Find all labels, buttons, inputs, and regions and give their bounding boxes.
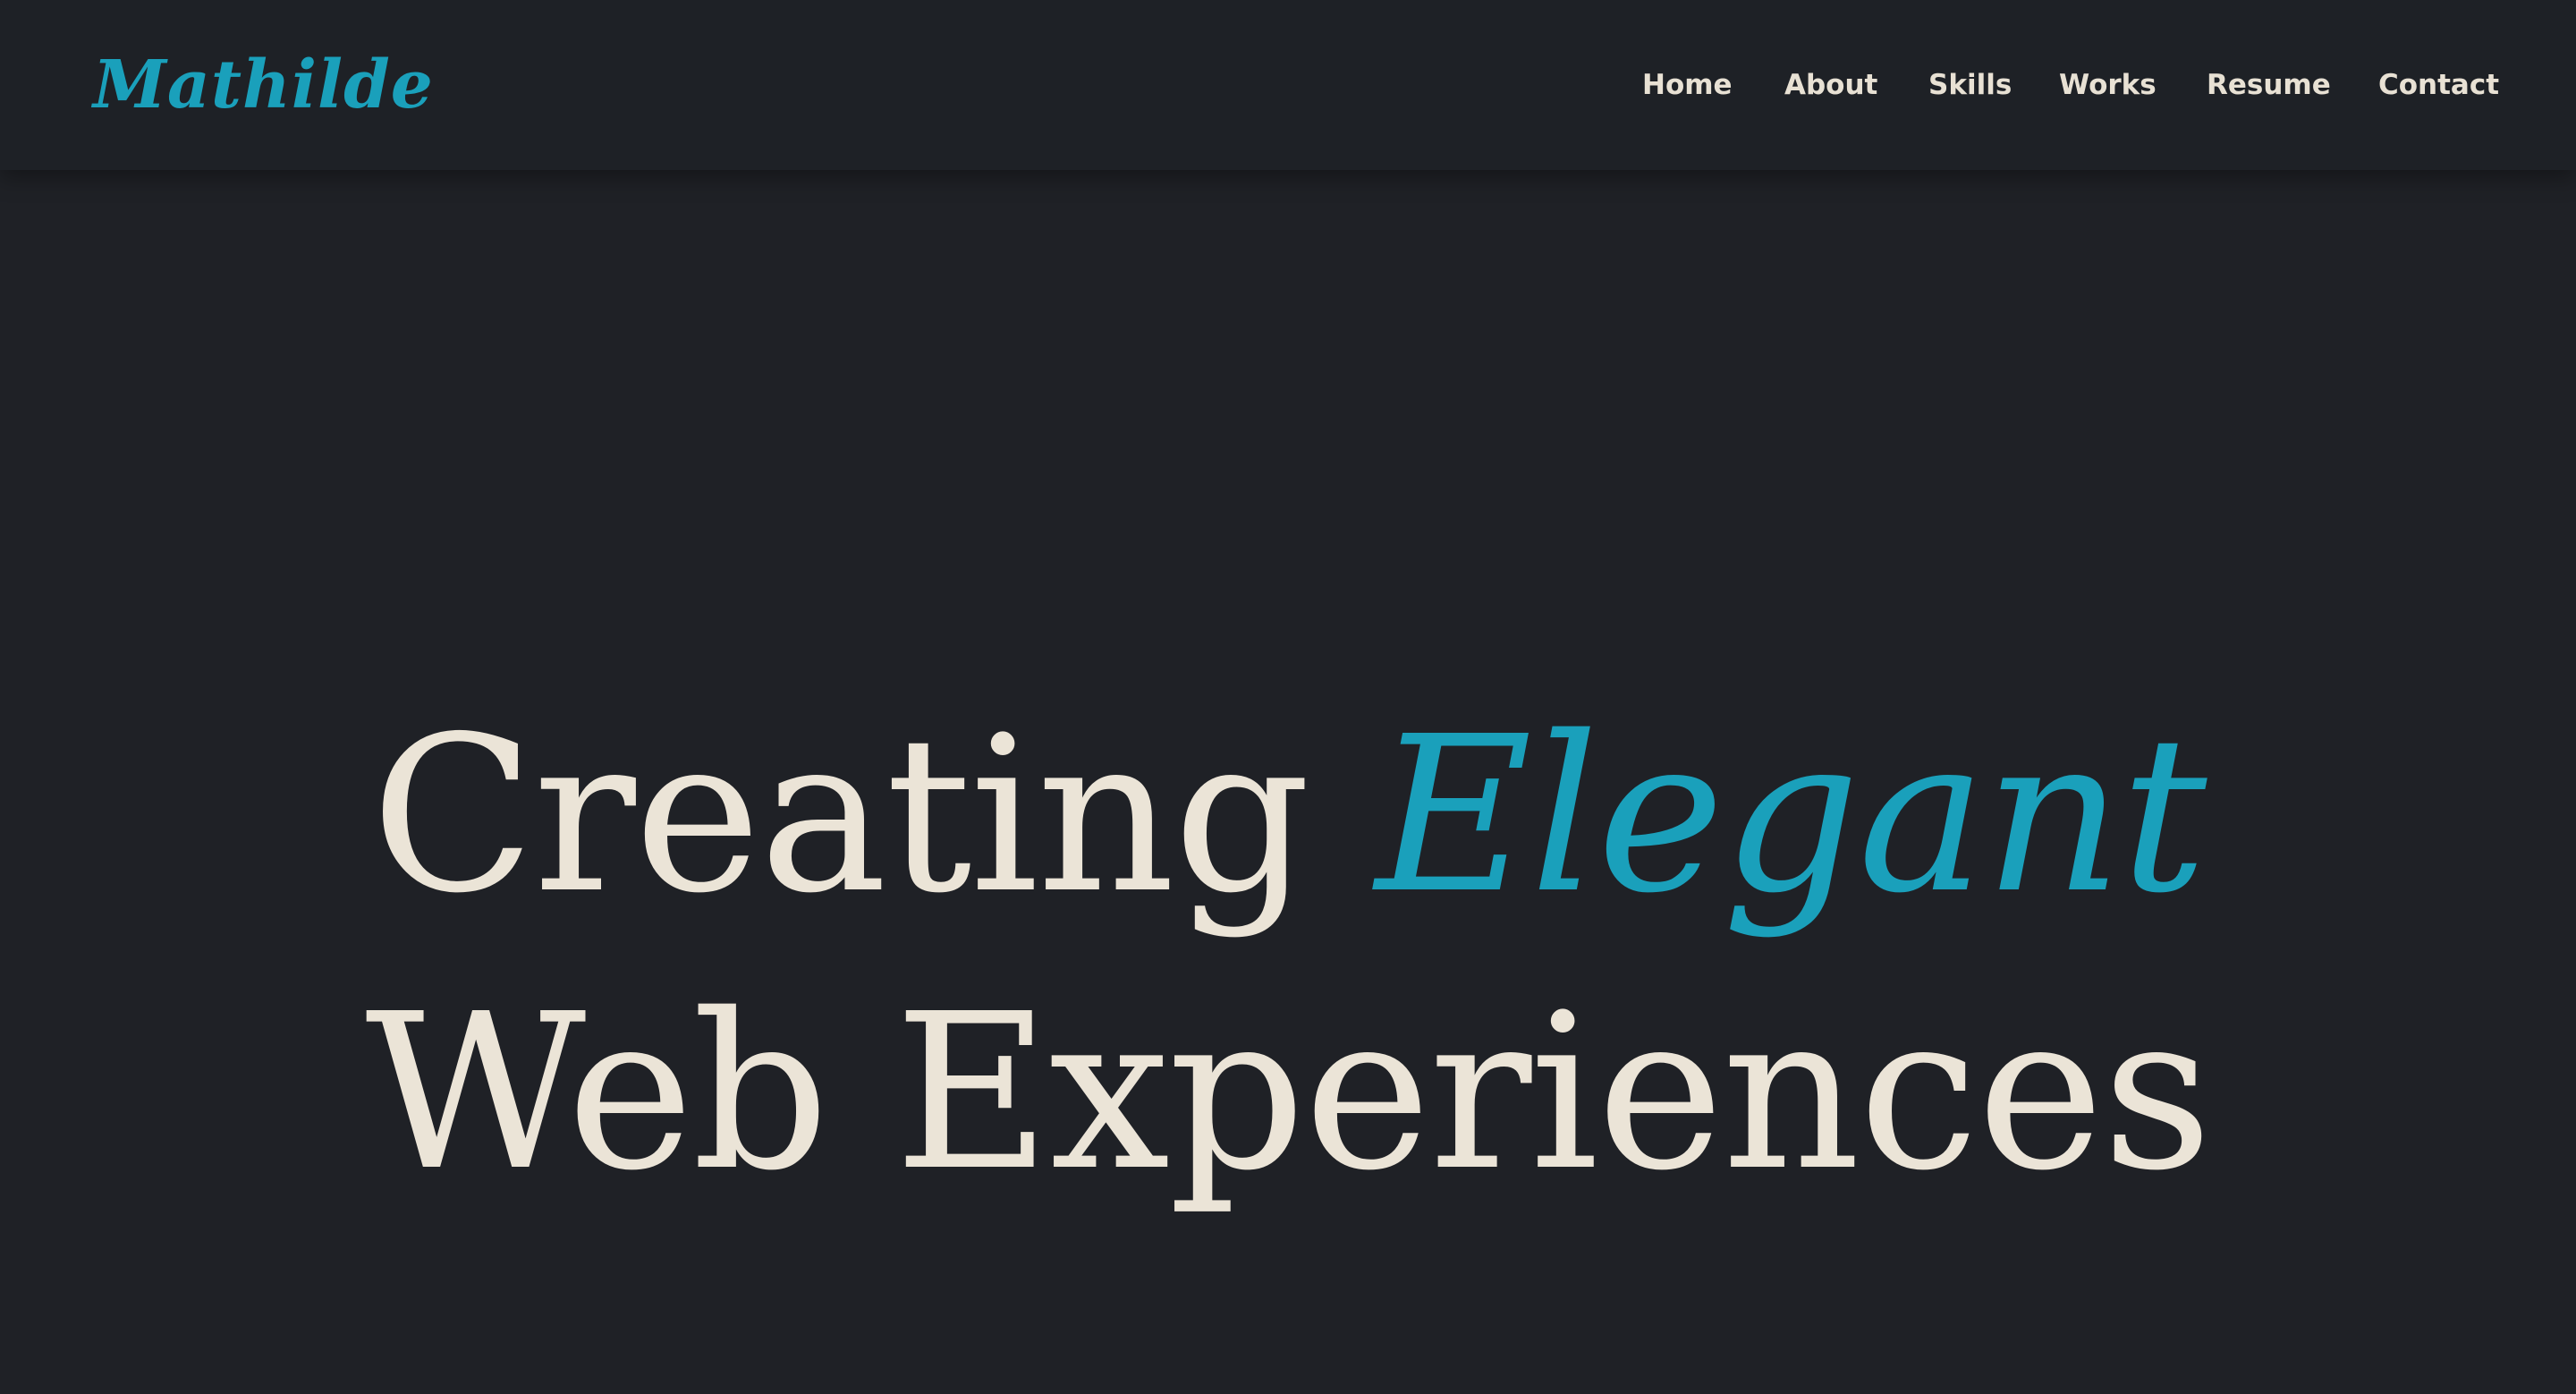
nav-link-skills[interactable]: Skills <box>1928 63 2012 107</box>
site-header: Mathilde Home About Skills Works Resume … <box>0 0 2576 170</box>
hero-headline-accent: Elegant <box>1375 689 2207 940</box>
hero-headline-line-1: Creating Elegant <box>0 681 2576 949</box>
nav-link-about[interactable]: About <box>1784 63 1877 107</box>
hero-headline-prefix: Creating <box>370 689 1311 940</box>
hero-headline-line-2: Web Experiences <box>365 966 2213 1218</box>
nav-link-home[interactable]: Home <box>1642 63 1733 107</box>
nav-link-works[interactable]: Works <box>2059 63 2157 107</box>
hero-section: Creating Elegant Web Experiences <box>0 170 2576 1394</box>
nav-link-contact[interactable]: Contact <box>2378 63 2499 107</box>
nav-link-resume[interactable]: Resume <box>2207 63 2331 107</box>
brand-logo[interactable]: Mathilde <box>93 36 434 134</box>
